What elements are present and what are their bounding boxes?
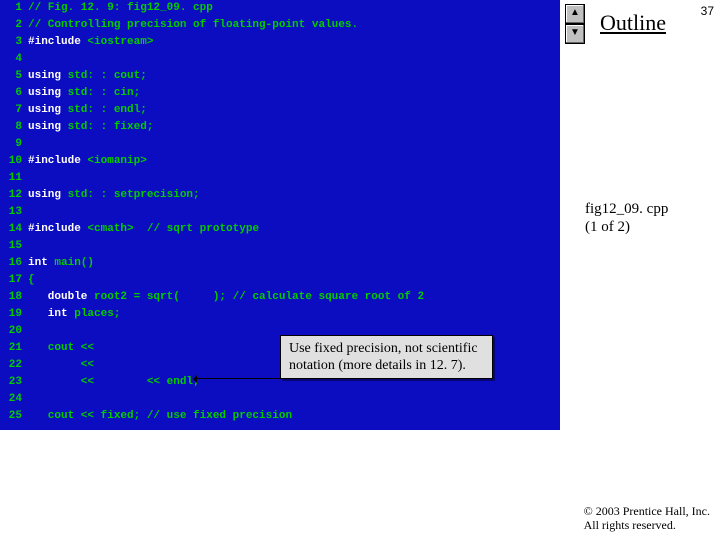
line-number: 19 xyxy=(0,306,28,323)
line-number: 25 xyxy=(0,408,28,425)
line-number: 20 xyxy=(0,323,28,340)
line-number: 11 xyxy=(0,170,28,187)
line-number: 8 xyxy=(0,119,28,136)
scroll-up-button[interactable]: ▲ xyxy=(565,4,585,24)
line-number: 15 xyxy=(0,238,28,255)
line-number: 1 xyxy=(0,0,28,17)
line-number: 5 xyxy=(0,68,28,85)
code-line: << << endl; xyxy=(28,374,200,391)
code-line: using std: : fixed; xyxy=(28,119,153,136)
code-line: // Controlling precision of floating-poi… xyxy=(28,17,358,34)
code-line: int main() xyxy=(28,255,94,272)
copyright-text: © 2003 Prentice Hall, Inc. All rights re… xyxy=(584,504,710,532)
code-line: cout << fixed; // use fixed precision xyxy=(28,408,292,425)
figure-label: fig12_09. cpp (1 of 2) xyxy=(585,200,668,236)
code-line: cout << xyxy=(28,340,94,357)
code-line: using std: : cout; xyxy=(28,68,147,85)
line-number: 7 xyxy=(0,102,28,119)
code-line: #include <cmath> // sqrt prototype xyxy=(28,221,259,238)
code-line: << xyxy=(28,357,94,374)
line-number: 3 xyxy=(0,34,28,51)
callout-box: Use fixed precision, not scientific nota… xyxy=(280,335,493,379)
line-number: 22 xyxy=(0,357,28,374)
line-number: 14 xyxy=(0,221,28,238)
line-number: 9 xyxy=(0,136,28,153)
line-number: 4 xyxy=(0,51,28,68)
line-number: 18 xyxy=(0,289,28,306)
line-number: 23 xyxy=(0,374,28,391)
line-number: 16 xyxy=(0,255,28,272)
code-line: using std: : cin; xyxy=(28,85,140,102)
code-line: #include <iostream> xyxy=(28,34,153,51)
line-number: 10 xyxy=(0,153,28,170)
line-number: 2 xyxy=(0,17,28,34)
outline-link[interactable]: Outline xyxy=(600,10,666,36)
line-number: 24 xyxy=(0,391,28,408)
code-line: using std: : setprecision; xyxy=(28,187,200,204)
code-line: double root2 = sqrt( ); // calculate squ… xyxy=(28,289,424,306)
code-line: using std: : endl; xyxy=(28,102,147,119)
code-line: // Fig. 12. 9: fig12_09. cpp xyxy=(28,0,213,17)
line-number: 13 xyxy=(0,204,28,221)
line-number: 21 xyxy=(0,340,28,357)
slide-number: 37 xyxy=(701,4,714,18)
code-line: #include <iomanip> xyxy=(28,153,147,170)
line-number: 17 xyxy=(0,272,28,289)
scroll-down-button[interactable]: ▼ xyxy=(565,24,585,44)
line-number: 12 xyxy=(0,187,28,204)
callout-arrow-icon xyxy=(195,378,280,379)
code-line: { xyxy=(28,272,35,289)
line-number: 6 xyxy=(0,85,28,102)
code-line: int places; xyxy=(28,306,120,323)
